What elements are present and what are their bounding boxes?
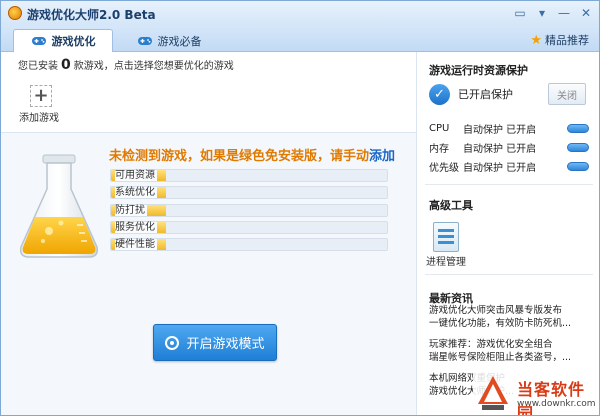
stat-name: 优先级: [429, 162, 459, 174]
power-icon: [165, 335, 180, 350]
add-game-label[interactable]: 添加游戏: [19, 109, 59, 124]
protect-status-box: ✓ 已开启保护 关闭: [429, 79, 589, 109]
installed-summary: 您已安装 0 款游戏，点击选择您想要优化的游戏: [18, 57, 234, 73]
cpu-toggle[interactable]: [567, 123, 589, 133]
resource-label: 防打扰: [115, 204, 147, 216]
tab-game-optimize[interactable]: 游戏优化: [13, 29, 113, 52]
news-item[interactable]: 游戏优化大师突击风暴专版发布 一键优化功能，有效防卡防死机...: [429, 304, 594, 330]
tab-label: 游戏优化: [51, 35, 96, 48]
protect-title: 游戏运行时资源保护: [429, 64, 528, 77]
divider: [425, 274, 593, 275]
recommend-link[interactable]: ★ 精品推荐: [530, 32, 589, 48]
status-area: 未检测到游戏，如果是绿色免安装版，请手动添加 可用资源 系统优化 防打扰 服务优…: [1, 132, 416, 415]
recommend-label: 精品推荐: [545, 34, 589, 47]
no-game-message: 未检测到游戏，如果是绿色免安装版，请手动添加: [109, 145, 395, 164]
star-icon: ★: [530, 32, 542, 48]
title-bar: 游戏优化大师2.0 Beta ▭ ▾ — ✕: [1, 1, 599, 25]
news-line: 瑞星帐号保险柜阻止各类盗号，...: [429, 352, 572, 363]
window-controls: ▭ ▾ — ✕: [511, 4, 595, 21]
gamepad-icon: [31, 37, 46, 45]
priority-toggle[interactable]: [567, 161, 589, 171]
watermark-url: www.downkr.com: [517, 399, 596, 409]
menu-dropdown-icon[interactable]: ▾: [533, 4, 551, 21]
start-button-label: 开启游戏模式: [186, 337, 265, 352]
no-game-text: 未检测到游戏，如果是绿色免安装版，请手动: [109, 149, 370, 164]
installed-prefix: 您已安装: [18, 61, 58, 72]
news-line: 游戏优化大师突击风暴专版发布: [429, 305, 563, 316]
minimize-icon[interactable]: —: [555, 4, 573, 21]
app-logo-icon: [8, 6, 22, 20]
stat-status: 自动保护 已开启: [463, 143, 537, 155]
divider: [425, 184, 593, 185]
protect-status: 已开启保护: [458, 88, 513, 101]
plus-icon: +: [33, 85, 49, 106]
flask-icon: [19, 154, 99, 258]
resource-list: 可用资源 系统优化 防打扰 服务优化 硬件性能: [110, 169, 388, 255]
close-protect-button[interactable]: 关闭: [548, 83, 586, 105]
news-line: 玩家推荐：游戏优化安全组合: [429, 339, 553, 350]
process-manager-label[interactable]: 进程管理: [426, 253, 466, 268]
tab-label: 游戏必备: [157, 34, 202, 48]
tab-game-essentials[interactable]: 游戏必备: [119, 29, 219, 52]
resource-row-system: 系统优化: [110, 186, 388, 200]
tools-title: 高级工具: [429, 199, 473, 212]
side-panel: 游戏运行时资源保护 ✓ 已开启保护 关闭 CPU 自动保护 已开启 内存 自动保…: [416, 52, 599, 415]
watermark-text: 当客软件园: [517, 380, 586, 416]
resource-label: 可用资源: [115, 170, 157, 181]
resource-row-hardware: 硬件性能: [110, 238, 388, 252]
stat-row-cpu: CPU 自动保护 已开启: [429, 120, 589, 136]
app-window: 游戏优化大师2.0 Beta ▭ ▾ — ✕ 游戏优化 游戏必备 ★ 精品推荐 …: [0, 0, 600, 416]
stat-name: CPU: [429, 122, 450, 134]
stat-name: 内存: [429, 143, 449, 155]
check-icon: ✓: [429, 83, 450, 105]
main-panel: 您已安装 0 款游戏，点击选择您想要优化的游戏 + 添加游戏 未检测到游戏，如果…: [1, 52, 416, 415]
resource-row-service: 服务优化: [110, 220, 388, 234]
add-game-button[interactable]: +: [30, 85, 52, 107]
gamepad-icon: [137, 36, 152, 45]
process-manager-icon[interactable]: [433, 222, 459, 252]
resource-label: 服务优化: [115, 221, 157, 233]
resource-label: 系统优化: [115, 187, 157, 199]
stat-row-memory: 内存 自动保护 已开启: [429, 139, 589, 155]
memory-toggle[interactable]: [567, 142, 589, 152]
window-title: 游戏优化大师2.0 Beta: [27, 8, 156, 22]
installed-suffix: 款游戏，点击选择您想要优化的游戏: [73, 61, 234, 72]
stat-row-priority: 优先级 自动保护 已开启: [429, 158, 589, 174]
news-item[interactable]: 玩家推荐：游戏优化安全组合 瑞星帐号保险柜阻止各类盗号，...: [429, 338, 594, 364]
stat-status: 自动保护 已开启: [463, 124, 537, 136]
start-game-mode-button[interactable]: 开启游戏模式: [153, 324, 277, 361]
watermark-logo-icon: [478, 376, 508, 410]
tab-strip: 游戏优化 游戏必备 ★ 精品推荐: [1, 25, 599, 52]
resource-label: 硬件性能: [115, 239, 157, 251]
resource-row-available: 可用资源: [110, 169, 388, 182]
close-icon[interactable]: ✕: [577, 4, 595, 21]
feedback-icon[interactable]: ▭: [511, 4, 529, 21]
resource-row-anti-disturb: 防打扰: [110, 203, 388, 217]
site-watermark: 当客软件园 www.downkr.com: [473, 370, 599, 416]
add-game-link[interactable]: 添加: [369, 149, 395, 164]
stat-status: 自动保护 已开启: [463, 162, 537, 174]
news-line: 一键优化功能，有效防卡防死机...: [429, 318, 572, 329]
installed-count: 0: [61, 57, 71, 73]
